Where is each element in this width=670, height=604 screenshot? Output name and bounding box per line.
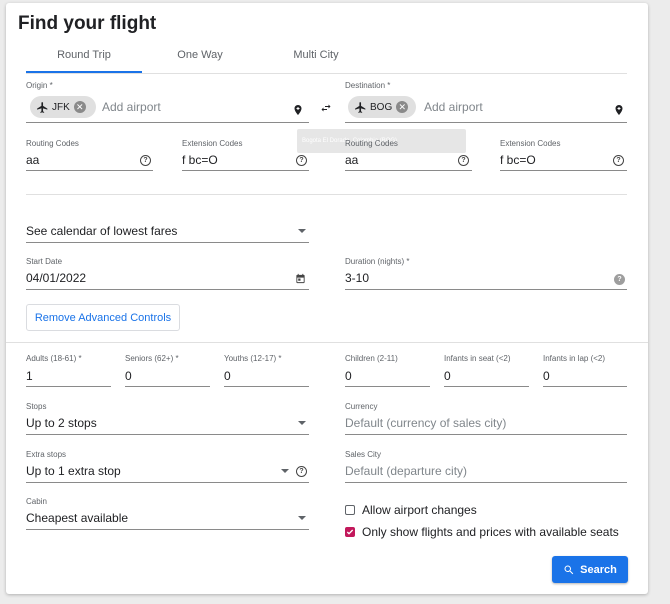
search-button[interactable]: Search xyxy=(552,556,628,583)
origin-label: Origin * xyxy=(26,81,53,90)
destination-input[interactable]: Add airport xyxy=(424,100,483,114)
origin-extension-input[interactable]: f bc=O xyxy=(182,153,218,167)
cabin-underline xyxy=(26,529,309,530)
duration-underline xyxy=(345,289,627,290)
extra-stops-select[interactable]: Up to 1 extra stop xyxy=(26,464,121,478)
dropdown-caret-icon[interactable] xyxy=(298,229,306,233)
destination-underline xyxy=(345,122,627,123)
adults-label: Adults (18-61) * xyxy=(26,354,82,363)
origin-underline xyxy=(26,122,309,123)
adults-underline xyxy=(26,386,111,387)
help-icon[interactable]: ? xyxy=(614,274,625,285)
infants-lap-label: Infants in lap (<2) xyxy=(543,354,606,363)
destination-chip[interactable]: BOG ✕ xyxy=(348,96,416,118)
currency-label: Currency xyxy=(345,402,378,411)
duration-label: Duration (nights) * xyxy=(345,257,410,266)
cabin-label: Cabin xyxy=(26,497,47,506)
origin-extension-underline xyxy=(182,170,309,171)
adults-input[interactable]: 1 xyxy=(26,369,33,383)
tab-divider xyxy=(26,73,627,74)
help-icon[interactable]: ? xyxy=(613,155,624,166)
calendar-select[interactable]: See calendar of lowest fares xyxy=(26,224,177,238)
only-available-seats-checkbox[interactable] xyxy=(345,527,355,537)
allow-airport-changes-checkbox[interactable] xyxy=(345,505,355,515)
swap-icon[interactable] xyxy=(319,102,333,114)
destination-label: Destination * xyxy=(345,81,391,90)
only-available-seats-label: Only show flights and prices with availa… xyxy=(362,525,619,539)
extra-stops-underline xyxy=(26,482,309,483)
start-date-input[interactable]: 04/01/2022 xyxy=(26,271,86,285)
start-date-underline xyxy=(26,289,309,290)
search-icon xyxy=(564,565,574,574)
allow-airport-changes-label: Allow airport changes xyxy=(362,503,477,517)
destination-extension-underline xyxy=(500,170,627,171)
infants-lap-underline xyxy=(543,386,627,387)
children-underline xyxy=(345,386,430,387)
sales-city-input[interactable]: Default (departure city) xyxy=(345,464,467,478)
dropdown-caret-icon[interactable] xyxy=(281,469,289,473)
destination-extension-input[interactable]: f bc=O xyxy=(500,153,536,167)
origin-chip[interactable]: JFK ✕ xyxy=(30,96,96,118)
origin-routing-input[interactable]: aa xyxy=(26,153,39,167)
stops-label: Stops xyxy=(26,402,47,411)
airplane-icon xyxy=(37,101,48,113)
clear-chip-icon[interactable]: ✕ xyxy=(73,101,86,113)
infants-seat-label: Infants in seat (<2) xyxy=(444,354,511,363)
section-divider xyxy=(26,194,627,195)
seniors-label: Seniors (62+) * xyxy=(125,354,179,363)
dropdown-caret-icon[interactable] xyxy=(298,421,306,425)
dropdown-caret-icon[interactable] xyxy=(298,516,306,520)
infants-seat-input[interactable]: 0 xyxy=(444,369,451,383)
youths-label: Youths (12-17) * xyxy=(224,354,282,363)
duration-input[interactable]: 3-10 xyxy=(345,271,369,285)
destination-chip-code: BOG xyxy=(370,101,393,113)
help-icon[interactable]: ? xyxy=(296,466,307,477)
seniors-input[interactable]: 0 xyxy=(125,369,132,383)
stops-select[interactable]: Up to 2 stops xyxy=(26,416,97,430)
tab-one-way[interactable]: One Way xyxy=(142,49,258,61)
check-icon xyxy=(346,529,353,535)
infants-lap-input[interactable]: 0 xyxy=(543,369,550,383)
origin-input[interactable]: Add airport xyxy=(102,100,161,114)
infants-seat-underline xyxy=(444,386,529,387)
stops-underline xyxy=(26,434,309,435)
origin-routing-label: Routing Codes xyxy=(26,139,79,148)
clear-chip-icon[interactable]: ✕ xyxy=(396,101,409,113)
destination-routing-underline xyxy=(345,170,472,171)
children-input[interactable]: 0 xyxy=(345,369,352,383)
location-pin-icon[interactable] xyxy=(613,103,625,117)
sales-city-underline xyxy=(345,482,627,483)
destination-extension-label: Extension Codes xyxy=(500,139,561,148)
destination-routing-input[interactable]: aa xyxy=(345,153,358,167)
calendar-select-underline xyxy=(26,242,309,243)
currency-underline xyxy=(345,434,627,435)
youths-underline xyxy=(224,386,309,387)
airplane-icon xyxy=(355,101,366,113)
help-icon[interactable]: ? xyxy=(296,155,307,166)
origin-extension-label: Extension Codes xyxy=(182,139,243,148)
section-divider xyxy=(6,342,648,343)
help-icon[interactable]: ? xyxy=(458,155,469,166)
active-tab-indicator xyxy=(26,71,142,73)
youths-input[interactable]: 0 xyxy=(224,369,231,383)
seniors-underline xyxy=(125,386,210,387)
origin-chip-code: JFK xyxy=(52,101,70,113)
destination-routing-label: Routing Codes xyxy=(345,139,398,148)
cabin-select[interactable]: Cheapest available xyxy=(26,511,128,525)
extra-stops-label: Extra stops xyxy=(26,450,67,459)
sales-city-label: Sales City xyxy=(345,450,382,459)
remove-advanced-controls-button[interactable]: Remove Advanced Controls xyxy=(26,304,180,331)
origin-routing-underline xyxy=(26,170,153,171)
page-title: Find your flight xyxy=(18,13,157,34)
tab-round-trip[interactable]: Round Trip xyxy=(26,49,142,61)
tab-multi-city[interactable]: Multi City xyxy=(258,49,374,61)
currency-input[interactable]: Default (currency of sales city) xyxy=(345,416,506,430)
start-date-label: Start Date xyxy=(26,257,63,266)
search-button-label: Search xyxy=(580,563,617,576)
help-icon[interactable]: ? xyxy=(140,155,151,166)
flight-search-card: Find your flight Round Trip One Way Mult… xyxy=(6,3,648,594)
location-pin-icon[interactable] xyxy=(292,103,304,117)
calendar-icon[interactable] xyxy=(295,273,306,284)
children-label: Children (2-11) xyxy=(345,354,398,363)
